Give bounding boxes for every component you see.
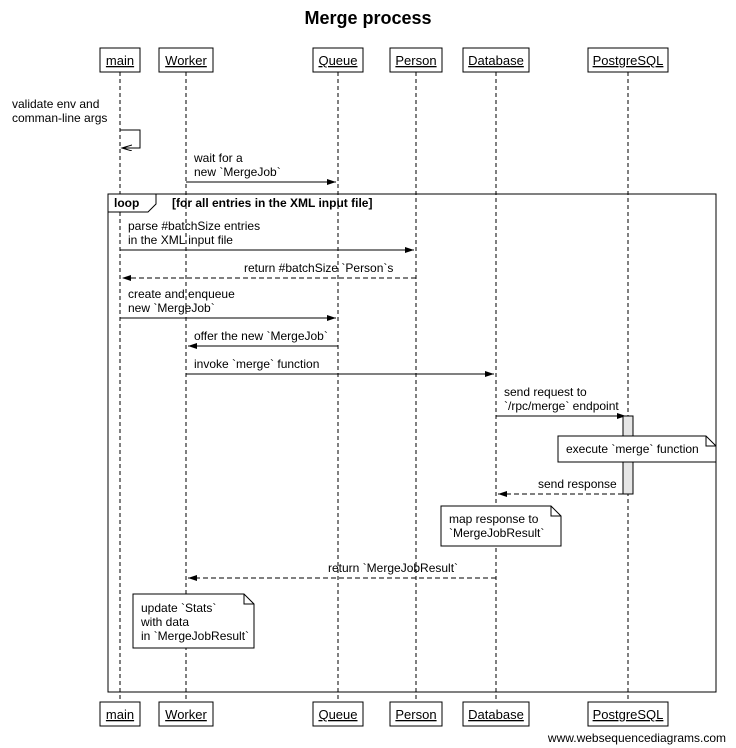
svg-text:validate env andcomman-line ar: validate env andcomman-line args [12, 97, 107, 125]
svg-text:PostgreSQL: PostgreSQL [593, 53, 664, 68]
svg-text:Person: Person [395, 53, 436, 68]
participant-top-main: main [100, 48, 140, 72]
participant-bottom-main: main [100, 702, 140, 726]
svg-text:Queue: Queue [318, 707, 357, 722]
note-execute-merge: execute `merge` function [558, 436, 716, 462]
participant-bottom-person: Person [390, 702, 442, 726]
msg-send-response: send response [498, 477, 623, 494]
svg-text:map response to`MergeJobResult: map response to`MergeJobResult` [449, 512, 544, 540]
svg-text:execute `merge` function: execute `merge` function [566, 442, 699, 456]
svg-text:main: main [106, 707, 134, 722]
svg-text:Person: Person [395, 707, 436, 722]
svg-text:Queue: Queue [318, 53, 357, 68]
svg-text:invoke `merge` function: invoke `merge` function [194, 357, 319, 371]
svg-text:Worker: Worker [165, 53, 207, 68]
participant-top-queue: Queue [313, 48, 363, 72]
msg-return-persons: return #batchSize `Person`s [122, 261, 416, 278]
svg-text:main: main [106, 53, 134, 68]
participant-top-database: Database [463, 48, 529, 72]
msg-invoke-merge: invoke `merge` function [186, 357, 494, 374]
participant-bottom-worker: Worker [159, 702, 213, 726]
msg-offer-mergejob: offer the new `MergeJob` [188, 329, 338, 346]
svg-text:[for all entries in the XML in: [for all entries in the XML input file] [172, 196, 372, 210]
svg-text:wait for anew `MergeJob`: wait for anew `MergeJob` [193, 151, 281, 179]
svg-text:parse #batchSize entriesin the: parse #batchSize entriesin the XML input… [128, 219, 260, 247]
note-update-stats: update `Stats`with datain `MergeJobResul… [133, 594, 254, 648]
participant-bottom-database: Database [463, 702, 529, 726]
participant-top-postgresql: PostgreSQL [588, 48, 668, 72]
svg-text:PostgreSQL: PostgreSQL [593, 707, 664, 722]
svg-text:loop: loop [114, 196, 139, 210]
svg-text:return `MergeJobResult`: return `MergeJobResult` [328, 561, 458, 575]
svg-text:send response: send response [538, 477, 617, 491]
participant-top-person: Person [390, 48, 442, 72]
participant-bottom-queue: Queue [313, 702, 363, 726]
svg-text:Database: Database [468, 707, 524, 722]
svg-text:return #batchSize `Person`s: return #batchSize `Person`s [244, 261, 393, 275]
sequence-diagram: Merge process main Worker Queue Person D… [0, 0, 736, 748]
credit: www.websequencediagrams.com [547, 731, 726, 745]
participant-bottom-postgresql: PostgreSQL [588, 702, 668, 726]
self-message-validate: validate env andcomman-line args [12, 97, 140, 148]
msg-send-request: send request to`/rpc/merge` endpoint [496, 385, 626, 416]
svg-text:create and enqueuenew `MergeJo: create and enqueuenew `MergeJob` [128, 287, 235, 315]
msg-wait-for-mergejob: wait for anew `MergeJob` [186, 151, 336, 182]
svg-text:offer the new `MergeJob`: offer the new `MergeJob` [194, 329, 328, 343]
svg-text:Database: Database [468, 53, 524, 68]
svg-text:send request to`/rpc/merge` en: send request to`/rpc/merge` endpoint [504, 385, 619, 413]
diagram-title: Merge process [304, 8, 431, 28]
svg-text:Worker: Worker [165, 707, 207, 722]
msg-create-enqueue: create and enqueuenew `MergeJob` [120, 287, 336, 318]
msg-parse-entries: parse #batchSize entriesin the XML input… [120, 219, 414, 250]
note-map-response: map response to`MergeJobResult` [441, 506, 561, 546]
participant-top-worker: Worker [159, 48, 213, 72]
msg-return-mergejobresult: return `MergeJobResult` [188, 561, 496, 578]
